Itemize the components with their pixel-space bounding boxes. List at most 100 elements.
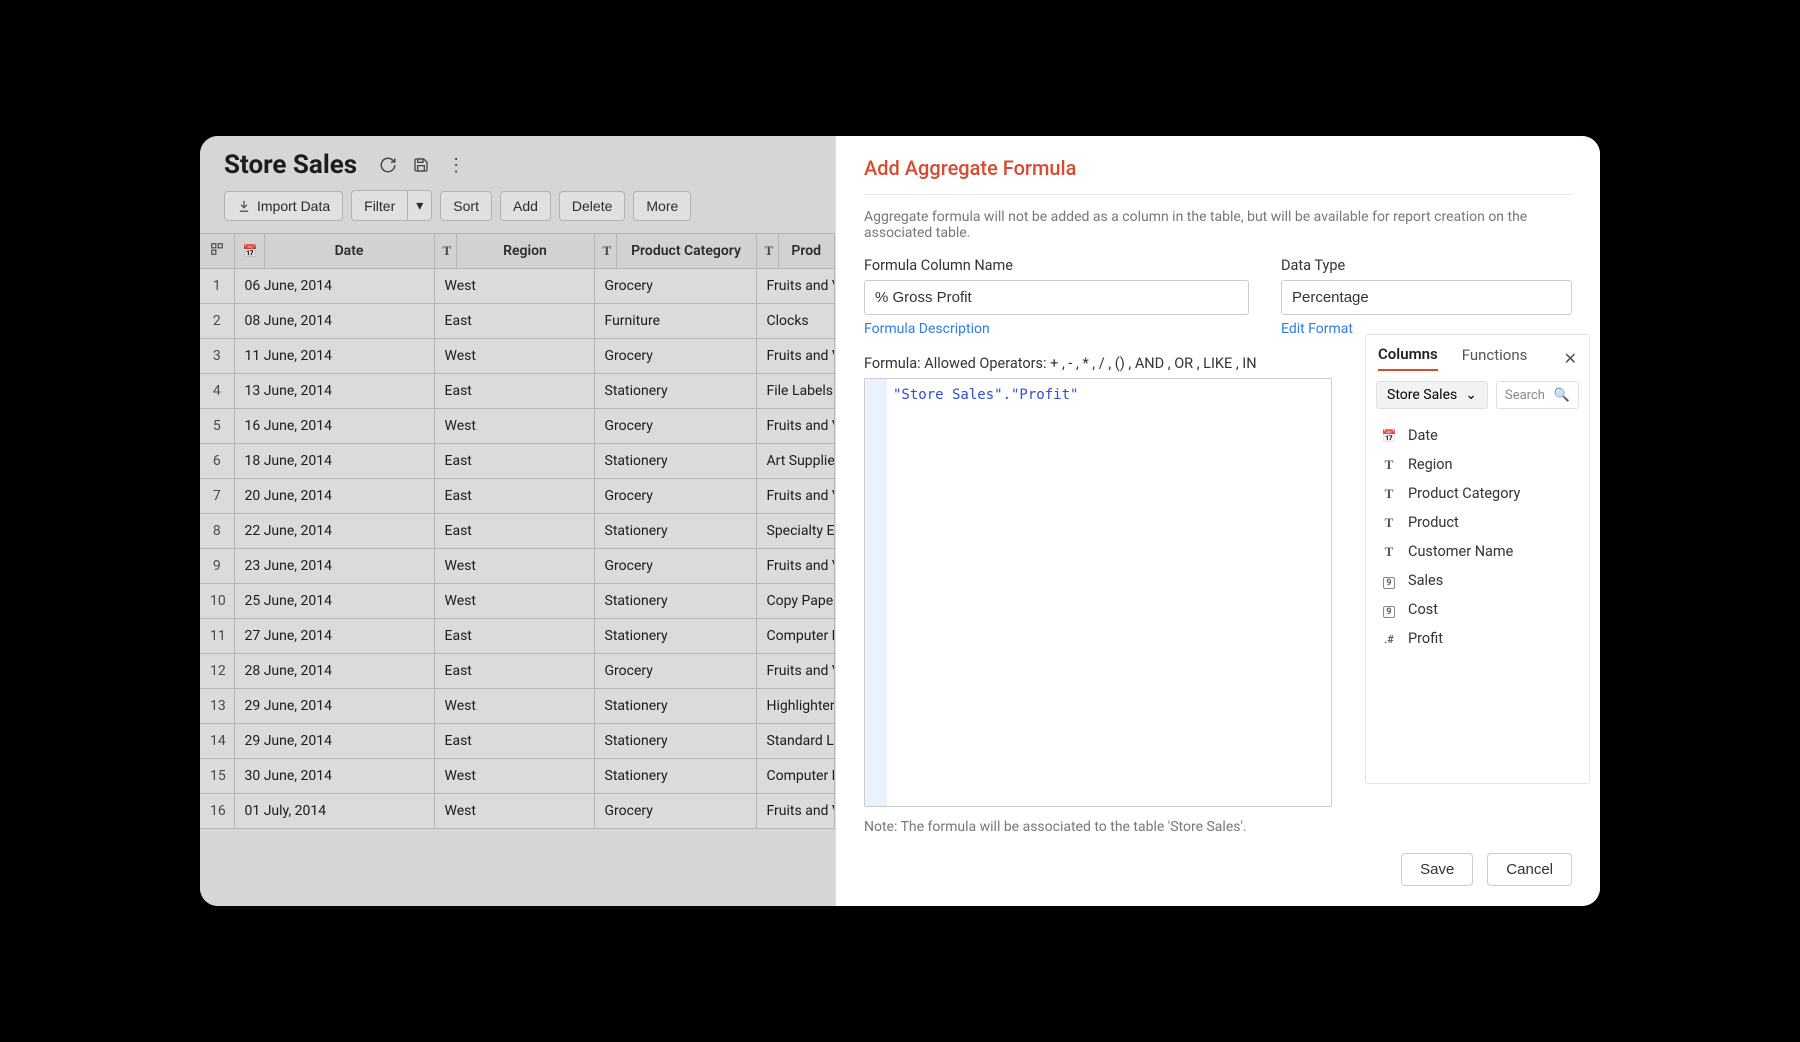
cell-date[interactable]: 08 June, 2014: [234, 304, 434, 339]
cell-region[interactable]: West: [434, 549, 594, 584]
cell-category[interactable]: Grocery: [594, 339, 756, 374]
save-icon[interactable]: [413, 156, 431, 174]
cell-category[interactable]: Stationery: [594, 619, 756, 654]
table-row[interactable]: 15 30 June, 2014 West Stationery Compute…: [200, 759, 835, 794]
table-row[interactable]: 8 22 June, 2014 East Stationery Specialt…: [200, 514, 835, 549]
import-data-button[interactable]: Import Data: [224, 191, 343, 221]
cell-product[interactable]: Copy Paper: [756, 584, 835, 619]
table-row[interactable]: 6 18 June, 2014 East Stationery Art Supp…: [200, 444, 835, 479]
cell-product[interactable]: Standard La: [756, 724, 835, 759]
formula-editor[interactable]: "Store Sales"."Profit": [864, 378, 1332, 807]
cell-date[interactable]: 16 June, 2014: [234, 409, 434, 444]
table-row[interactable]: 11 27 June, 2014 East Stationery Compute…: [200, 619, 835, 654]
cell-date[interactable]: 29 June, 2014: [234, 724, 434, 759]
cell-product[interactable]: Fruits and V: [756, 654, 835, 689]
cell-product[interactable]: Highlighters: [756, 689, 835, 724]
cell-category[interactable]: Grocery: [594, 654, 756, 689]
cell-date[interactable]: 28 June, 2014: [234, 654, 434, 689]
table-row[interactable]: 9 23 June, 2014 West Grocery Fruits and …: [200, 549, 835, 584]
cell-date[interactable]: 06 June, 2014: [234, 269, 434, 304]
close-icon[interactable]: ✕: [1564, 349, 1577, 368]
table-row[interactable]: 5 16 June, 2014 West Grocery Fruits and …: [200, 409, 835, 444]
cell-region[interactable]: East: [434, 654, 594, 689]
cell-category[interactable]: Stationery: [594, 584, 756, 619]
column-item[interactable]: 📅Date: [1376, 421, 1579, 450]
cell-category[interactable]: Stationery: [594, 759, 756, 794]
cell-date[interactable]: 11 June, 2014: [234, 339, 434, 374]
cell-category[interactable]: Stationery: [594, 689, 756, 724]
filter-dropdown-button[interactable]: ▾: [408, 190, 432, 221]
tab-columns[interactable]: Columns: [1378, 345, 1438, 371]
cell-date[interactable]: 18 June, 2014: [234, 444, 434, 479]
cell-region[interactable]: East: [434, 514, 594, 549]
filter-button[interactable]: Filter: [351, 190, 408, 221]
more-vert-icon[interactable]: ⋮: [447, 156, 465, 174]
cell-category[interactable]: Grocery: [594, 269, 756, 304]
add-button[interactable]: Add: [500, 191, 551, 221]
cell-product[interactable]: Fruits and V: [756, 409, 835, 444]
tab-functions[interactable]: Functions: [1462, 346, 1528, 370]
table-row[interactable]: 13 29 June, 2014 West Stationery Highlig…: [200, 689, 835, 724]
col-header-product[interactable]: Prod: [778, 234, 835, 269]
cell-region[interactable]: West: [434, 269, 594, 304]
cell-date[interactable]: 25 June, 2014: [234, 584, 434, 619]
cell-date[interactable]: 23 June, 2014: [234, 549, 434, 584]
cell-date[interactable]: 30 June, 2014: [234, 759, 434, 794]
column-item[interactable]: 9Sales: [1376, 566, 1579, 595]
cell-region[interactable]: West: [434, 584, 594, 619]
col-header-region[interactable]: Region: [456, 234, 594, 269]
table-row[interactable]: 2 08 June, 2014 East Furniture Clocks: [200, 304, 835, 339]
cell-region[interactable]: West: [434, 409, 594, 444]
cell-date[interactable]: 27 June, 2014: [234, 619, 434, 654]
cell-product[interactable]: Clocks: [756, 304, 835, 339]
cell-region[interactable]: East: [434, 619, 594, 654]
table-row[interactable]: 12 28 June, 2014 East Grocery Fruits and…: [200, 654, 835, 689]
cell-category[interactable]: Grocery: [594, 549, 756, 584]
cell-product[interactable]: Fruits and V: [756, 479, 835, 514]
cell-region[interactable]: West: [434, 794, 594, 829]
cell-category[interactable]: Furniture: [594, 304, 756, 339]
cell-category[interactable]: Stationery: [594, 724, 756, 759]
cell-date[interactable]: 29 June, 2014: [234, 689, 434, 724]
table-row[interactable]: 7 20 June, 2014 East Grocery Fruits and …: [200, 479, 835, 514]
table-row[interactable]: 1 06 June, 2014 West Grocery Fruits and …: [200, 269, 835, 304]
refresh-icon[interactable]: [379, 156, 397, 174]
cell-date[interactable]: 13 June, 2014: [234, 374, 434, 409]
column-item[interactable]: .#Profit: [1376, 624, 1579, 653]
cell-region[interactable]: East: [434, 724, 594, 759]
cell-region[interactable]: West: [434, 689, 594, 724]
cell-region[interactable]: West: [434, 759, 594, 794]
cell-region[interactable]: East: [434, 374, 594, 409]
table-row[interactable]: 16 01 July, 2014 West Grocery Fruits and…: [200, 794, 835, 829]
column-item[interactable]: TRegion: [1376, 450, 1579, 479]
cancel-button[interactable]: Cancel: [1487, 853, 1572, 886]
sort-button[interactable]: Sort: [440, 191, 492, 221]
cell-category[interactable]: Grocery: [594, 794, 756, 829]
column-search-input[interactable]: Search🔍: [1496, 381, 1579, 409]
table-row[interactable]: 3 11 June, 2014 West Grocery Fruits and …: [200, 339, 835, 374]
cell-category[interactable]: Stationery: [594, 444, 756, 479]
column-item[interactable]: TCustomer Name: [1376, 537, 1579, 566]
cell-product[interactable]: Art Supplies: [756, 444, 835, 479]
cell-product[interactable]: Fruits and V: [756, 794, 835, 829]
column-item[interactable]: TProduct: [1376, 508, 1579, 537]
cell-category[interactable]: Grocery: [594, 409, 756, 444]
cell-date[interactable]: 22 June, 2014: [234, 514, 434, 549]
data-type-select[interactable]: [1281, 280, 1572, 315]
data-grid[interactable]: 📅 Date T Region T Product Category T Pro…: [200, 233, 835, 829]
cell-category[interactable]: Stationery: [594, 514, 756, 549]
cell-product[interactable]: Specialty En: [756, 514, 835, 549]
cell-region[interactable]: East: [434, 479, 594, 514]
column-item[interactable]: TProduct Category: [1376, 479, 1579, 508]
table-row[interactable]: 4 13 June, 2014 East Stationery File Lab…: [200, 374, 835, 409]
col-header-date[interactable]: Date: [264, 234, 434, 269]
cell-category[interactable]: Stationery: [594, 374, 756, 409]
cell-date[interactable]: 01 July, 2014: [234, 794, 434, 829]
table-select-dropdown[interactable]: Store Sales⌄: [1376, 381, 1488, 409]
column-item[interactable]: 9Cost: [1376, 595, 1579, 624]
cell-date[interactable]: 20 June, 2014: [234, 479, 434, 514]
table-row[interactable]: 10 25 June, 2014 West Stationery Copy Pa…: [200, 584, 835, 619]
cell-product[interactable]: File Labels: [756, 374, 835, 409]
cell-region[interactable]: West: [434, 339, 594, 374]
cell-product[interactable]: Computer P: [756, 759, 835, 794]
